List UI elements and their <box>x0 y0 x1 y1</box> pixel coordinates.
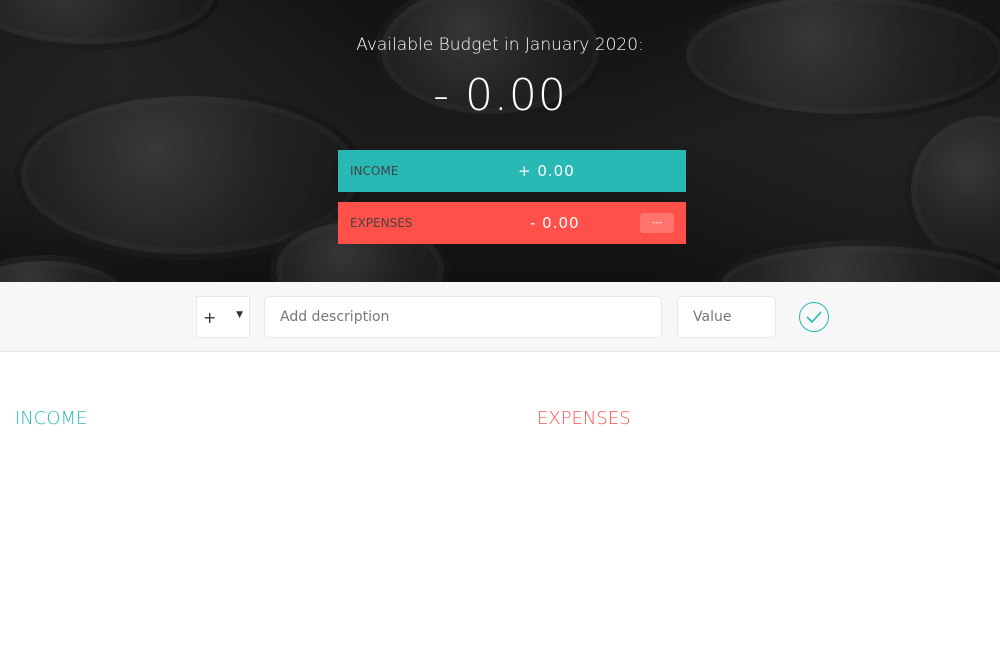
add-item-bar: + ▼ <box>0 282 1000 352</box>
header-background: Available Budget in January 2020: - 0.00… <box>0 0 1000 282</box>
income-list-title: INCOME <box>15 408 88 429</box>
check-circle-icon <box>806 311 822 323</box>
expenses-list-title: EXPENSES <box>537 408 631 429</box>
budget-title: Available Budget in January 2020: <box>356 35 644 55</box>
type-select[interactable]: + ▼ <box>196 296 250 338</box>
expenses-summary: EXPENSES - 0.00 --- <box>338 202 686 244</box>
value-input[interactable] <box>677 296 776 338</box>
type-select-value: + <box>203 307 217 327</box>
income-summary: INCOME + 0.00 <box>338 150 686 192</box>
expenses-summary-label: EXPENSES <box>350 216 413 230</box>
income-summary-value: + 0.00 <box>518 162 575 180</box>
income-summary-label: INCOME <box>350 164 399 178</box>
budget-value: - 0.00 <box>433 70 567 121</box>
description-input[interactable] <box>264 296 662 338</box>
dropdown-arrow-icon: ▼ <box>236 310 243 320</box>
submit-button[interactable] <box>799 302 829 332</box>
expenses-summary-value: - 0.00 <box>530 214 580 232</box>
expenses-percentage-badge: --- <box>640 213 674 233</box>
